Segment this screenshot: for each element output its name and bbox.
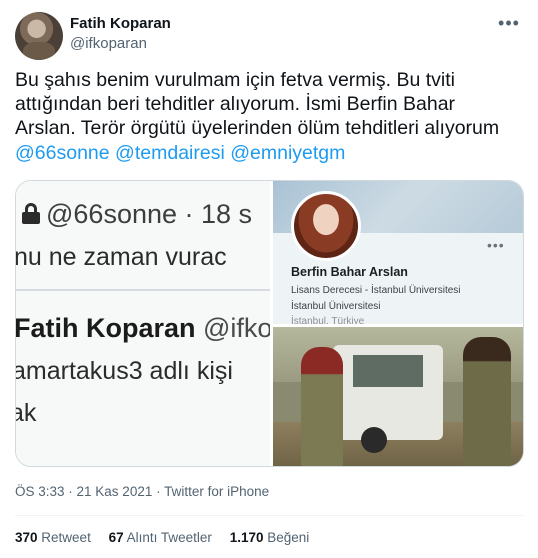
tweet-time[interactable]: ÖS 3:33 <box>15 484 65 499</box>
retweets-count: 370 <box>15 530 38 545</box>
screenshot-line: amartakus3 adlı kişi <box>16 357 233 385</box>
tweet-stats: 370 Retweet 67 Alıntı Tweetler 1.170 Beğ… <box>15 530 323 545</box>
author-display-name[interactable]: Fatih Koparan <box>70 15 171 32</box>
more-horizontal-icon: ••• <box>487 237 505 253</box>
media-image-photo[interactable] <box>273 327 523 466</box>
retweets-label: Retweet <box>41 530 91 545</box>
profile-name: Berfin Bahar Arslan <box>291 265 408 279</box>
meta-separator: · <box>64 484 77 499</box>
retweets-stat[interactable]: 370 Retweet <box>15 530 91 545</box>
likes-stat[interactable]: 1.170 Beğeni <box>230 530 310 545</box>
photo-person <box>463 337 511 466</box>
likes-label: Beğeni <box>267 530 310 545</box>
media-image-profile-card[interactable]: ••• Berfin Bahar Arslan Lisans Derecesi … <box>273 181 523 324</box>
screenshot-line: ak <box>16 399 37 427</box>
photo-wheel <box>361 427 387 453</box>
screenshot-line: nu ne zaman vurac <box>16 243 227 271</box>
tweet-text: Bu şahıs benim vurulmam için fetva vermi… <box>15 68 520 165</box>
quotes-label: Alıntı Tweetler <box>126 530 212 545</box>
lock-icon <box>22 203 40 224</box>
profile-line: İstanbul Üniversitesi <box>291 301 381 312</box>
tweet-date[interactable]: 21 Kas 2021 <box>77 484 153 499</box>
more-horizontal-icon[interactable]: ••• <box>496 12 522 34</box>
screenshot-line: @66sonne · 18 s <box>46 199 253 229</box>
mention-link[interactable]: @temdairesi <box>115 142 225 164</box>
tweet: Fatih Koparan @ifkoparan ••• Bu şahıs be… <box>0 0 538 558</box>
profile-line: Lisans Derecesi - İstanbul Üniversitesi <box>291 285 461 296</box>
photo-truck-window <box>353 355 423 387</box>
tweet-meta: ÖS 3:33 · 21 Kas 2021 · Twitter for iPho… <box>15 484 269 499</box>
media-image-screenshot[interactable]: @66sonne · 18 s nu ne zaman vurac Fatih … <box>16 181 270 466</box>
meta-separator: · <box>152 484 165 499</box>
photo-person <box>301 347 343 466</box>
profile-line: İstanbul, Türkiye <box>291 316 365 324</box>
divider <box>16 289 270 291</box>
quotes-count: 67 <box>108 530 124 545</box>
author-handle[interactable]: @ifkoparan <box>70 35 147 52</box>
quotes-stat[interactable]: 67 Alıntı Tweetler <box>109 530 212 545</box>
profile-photo <box>291 191 361 261</box>
screenshot-handle: @ifko <box>195 313 270 343</box>
mention-link[interactable]: @66sonne <box>15 142 110 164</box>
tweet-body: Bu şahıs benim vurulmam için fetva vermi… <box>15 69 500 140</box>
avatar[interactable] <box>15 12 63 60</box>
likes-count: 1.170 <box>229 530 264 545</box>
screenshot-name: Fatih Koparan <box>16 313 196 343</box>
divider <box>15 515 523 516</box>
tweet-client[interactable]: Twitter for iPhone <box>164 484 269 499</box>
media-grid: @66sonne · 18 s nu ne zaman vurac Fatih … <box>15 180 524 467</box>
screenshot-line: Fatih Koparan @ifko <box>16 313 270 344</box>
mention-link[interactable]: @emniyetgm <box>230 142 345 164</box>
